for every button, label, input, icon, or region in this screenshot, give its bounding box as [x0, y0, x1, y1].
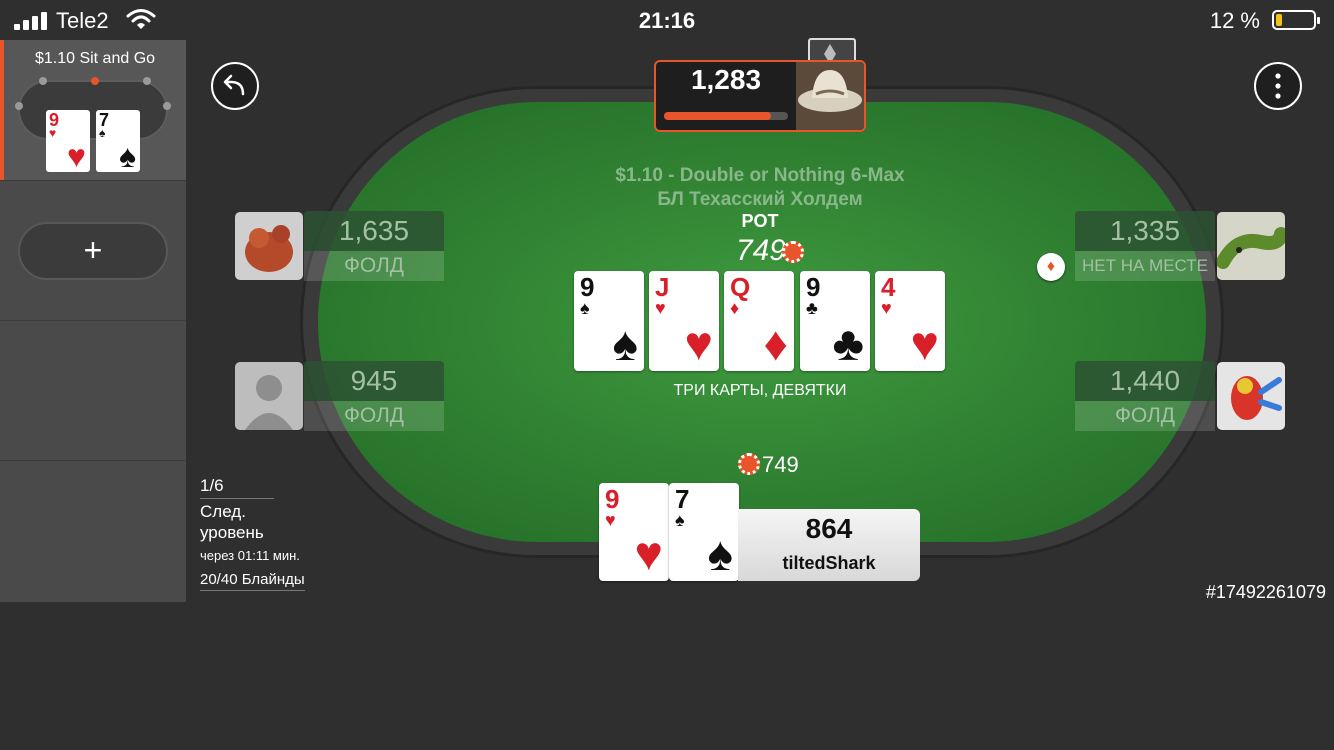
seat-status: ФОЛД: [1075, 401, 1215, 431]
avatar[interactable]: [235, 212, 303, 280]
seat-right-lower[interactable]: 1,440 ФОЛД: [1075, 361, 1215, 433]
mini-seat-dot: [39, 77, 47, 85]
chip-icon: [782, 241, 804, 263]
seat-stack: 945: [304, 361, 444, 401]
avatar[interactable]: [1217, 212, 1285, 280]
board-card: 4 ♥ ♥: [875, 271, 945, 371]
mini-seat-dot: [15, 102, 23, 110]
seat-stack: 1,440: [1075, 361, 1215, 401]
back-arrow-icon: [223, 74, 245, 96]
hero-hole-card: 9 ♥ ♥: [599, 483, 669, 581]
back-button[interactable]: [211, 62, 259, 110]
seat-status: ФОЛД: [304, 401, 444, 431]
pot-label: POT: [741, 211, 779, 231]
seat-stack: 1,283: [690, 64, 762, 95]
mini-seat-dot: [163, 102, 171, 110]
players-count: 1/6: [200, 476, 274, 499]
mini-seat-dot: [143, 77, 151, 85]
game-title: $1.10 - Double or Nothing 6-Max БЛ Техас…: [460, 164, 1060, 212]
add-table-button[interactable]: +: [18, 222, 168, 280]
hero-seat[interactable]: 864 tiltedShark: [738, 509, 920, 581]
board-card: 9 ♠ ♠: [574, 271, 644, 371]
seat-left-lower[interactable]: 945 ФОЛД: [304, 361, 444, 433]
mini-table-preview: [15, 77, 171, 140]
seat-left-upper[interactable]: 1,635 ФОЛД: [304, 211, 444, 283]
action-timer-bar: [664, 112, 788, 120]
mini-hole-card: 7 ♠ ♠: [96, 110, 140, 172]
next-blinds: 20/40 Блайнды: [200, 571, 305, 591]
hand-strength-label: ТРИ КАРТЫ, ДЕВЯТКИ: [673, 382, 847, 399]
menu-button[interactable]: [1254, 62, 1302, 110]
table-tab-label: $1.10 Sit and Go: [34, 50, 156, 67]
hand-id: #17492261079: [1205, 582, 1326, 602]
pot-amount: 749: [735, 234, 786, 267]
status-bar: Tele2 21:16 12 %: [0, 0, 1334, 40]
table-switcher-panel: $1.10 Sit and Go 9 ♥ ♥ 7 ♠ ♠ +: [0, 40, 186, 602]
seat-status: НЕТ НА МЕСТЕ: [1075, 251, 1215, 281]
sit-and-go-table-tab[interactable]: $1.10 Sit and Go 9 ♥ ♥ 7 ♠ ♠: [0, 40, 186, 180]
dealer-button-icon: ♦: [1037, 253, 1065, 281]
battery-percent: 12 %: [1209, 8, 1260, 33]
clock: 21:16: [638, 8, 696, 33]
empty-table-slot: [0, 320, 186, 461]
next-level-label: уровень: [200, 523, 264, 542]
game-variant: БЛ Техасский Холдем: [657, 189, 863, 210]
hero-bet-amount: 749: [762, 452, 799, 477]
seat-stack: 1,635: [304, 211, 444, 251]
board-card: 9 ♣ ♣: [800, 271, 870, 371]
board-card: J ♥ ♥: [649, 271, 719, 371]
level-time-remaining: через 01:11 мин.: [200, 548, 300, 563]
hero-stack: 864: [805, 513, 853, 544]
more-vertical-icon: [1275, 73, 1281, 99]
next-level-label: След.: [200, 502, 246, 521]
hero-hole-card: 7 ♠ ♠: [669, 483, 739, 581]
mini-seat-dot: [91, 77, 99, 85]
empty-table-slot: [0, 460, 186, 603]
hero-name: tiltedShark: [782, 553, 876, 573]
battery-icon: [1272, 10, 1320, 30]
board-card: Q ♦ ♦: [724, 271, 794, 371]
avatar: [796, 62, 864, 130]
avatar[interactable]: [1217, 362, 1285, 430]
chip-icon: [738, 453, 760, 475]
mini-hole-card: 9 ♥ ♥: [46, 110, 90, 172]
game-name: $1.10 - Double or Nothing 6-Max: [615, 165, 905, 186]
seat-status: ФОЛД: [304, 251, 444, 281]
seat-right-upper[interactable]: 1,335 НЕТ НА МЕСТЕ: [1075, 211, 1215, 283]
avatar[interactable]: [235, 362, 303, 430]
seat-stack: 1,335: [1075, 211, 1215, 251]
seat-top[interactable]: 1,283: [654, 60, 866, 132]
